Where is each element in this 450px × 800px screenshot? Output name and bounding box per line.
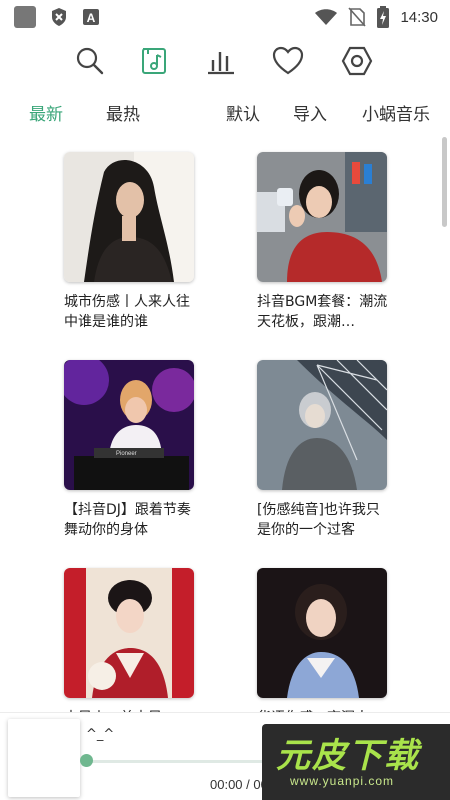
playlist-cover-image[interactable] (257, 152, 387, 282)
playlist-cover-image[interactable] (64, 568, 194, 698)
playlist-cover-image[interactable] (257, 360, 387, 490)
watermark-url: www.yuanpi.com (290, 774, 395, 788)
player-song-name: ^_^ (86, 727, 115, 742)
status-bar: A 14:30 (0, 0, 450, 34)
playlist-card[interactable]: 古风丨一首古风 (64, 568, 194, 728)
shield-x-icon (52, 8, 66, 26)
status-time: 14:30 (400, 8, 438, 26)
playlist-cover-image[interactable] (64, 152, 194, 282)
progress-knob[interactable] (80, 754, 93, 767)
search-icon[interactable] (73, 44, 107, 78)
playlist-card[interactable]: [伤感纯音]也许我只是你的一个过客 (257, 360, 387, 540)
category-tabs: 最新 最热 默认 导入 小蜗音乐 (0, 96, 450, 128)
playlist-title: 城市伤感丨人来人往中谁是谁的谁 (64, 294, 190, 330)
music-note-icon[interactable] (138, 44, 172, 78)
tab-hottest[interactable]: 最热 (106, 100, 140, 125)
playlist-title: [伤感纯音]也许我只是你的一个过客 (257, 502, 380, 538)
playlist-card[interactable]: 抖音BGM套餐：潮流天花板，跟潮… (257, 152, 387, 332)
settings-hexagon-icon[interactable] (340, 44, 374, 78)
player-cover[interactable] (8, 719, 80, 797)
tab-xiaowo-music[interactable]: 小蜗音乐 (362, 100, 430, 125)
playlist-title: 抖音BGM套餐：潮流天花板，跟潮… (257, 294, 388, 330)
tab-import[interactable]: 导入 (293, 100, 327, 125)
playlist-card[interactable]: Pioneer 【抖音DJ】跟着节奏舞动你的身体 (64, 360, 194, 540)
tab-default[interactable]: 默认 (226, 100, 260, 125)
bar-chart-icon[interactable] (204, 44, 238, 78)
progress-track[interactable] (88, 760, 278, 763)
top-nav-bar (0, 40, 450, 82)
svg-text:Pioneer: Pioneer (116, 451, 137, 457)
svg-text:A: A (87, 11, 96, 25)
watermark-logo: 元皮下载 www.yuanpi.com (262, 724, 450, 800)
heart-icon[interactable] (271, 44, 305, 78)
scrollbar[interactable] (442, 137, 447, 227)
playlist-card[interactable]: 城市伤感丨人来人往中谁是谁的谁 (64, 152, 194, 332)
playlist-title: 【抖音DJ】跟着节奏舞动你的身体 (64, 502, 191, 538)
a-badge-icon: A (83, 9, 99, 25)
no-sim-icon (348, 7, 367, 27)
tab-newest[interactable]: 最新 (29, 100, 63, 125)
wifi-icon (315, 9, 338, 25)
battery-charging-icon (377, 6, 390, 28)
playlist-cover-image[interactable]: Pioneer (64, 360, 194, 490)
playlist-card[interactable]: 华语伤感：夜深人 (257, 568, 387, 728)
watermark-text: 元皮下载 (276, 736, 420, 776)
playlist-cover-image[interactable] (257, 568, 387, 698)
app-square-icon (14, 6, 36, 28)
